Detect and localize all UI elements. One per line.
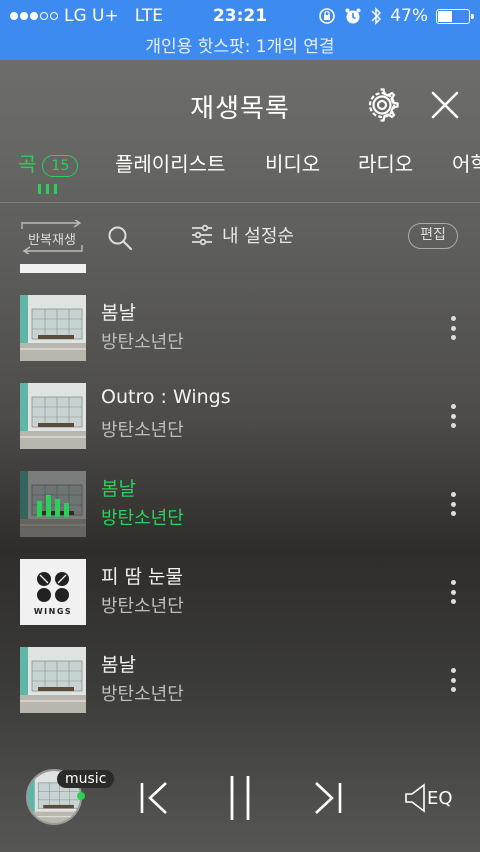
battery-icon — [436, 8, 474, 24]
tab-songs[interactable]: 곡 15 — [18, 148, 79, 177]
page-title: 재생목록 — [190, 94, 290, 124]
repeat-button[interactable]: 반복재생 — [20, 220, 84, 254]
settings-gear-icon[interactable] — [365, 88, 399, 122]
song-artist: 방탄소년단 — [101, 264, 184, 266]
song-row[interactable]: WINGS 피 땀 눈물방탄소년단 — [0, 548, 480, 636]
next-icon[interactable] — [312, 780, 344, 816]
sort-sliders-icon — [192, 224, 212, 246]
song-artist: 방탄소년단 — [101, 420, 184, 441]
bus-stop-album-art — [20, 471, 86, 537]
tab-radio[interactable]: 라디오 — [358, 148, 413, 177]
close-icon[interactable] — [428, 88, 462, 122]
song-title: 피 땀 눈물 — [101, 566, 183, 588]
song-row[interactable]: Outro : Wings 방탄소년단 — [0, 372, 480, 460]
hotspot-banner[interactable]: 개인용 핫스팟: 1개의 연결 — [0, 32, 480, 57]
album-art — [20, 295, 86, 361]
song-artist: 방탄소년단 — [101, 508, 184, 529]
rotation-lock-icon — [319, 8, 336, 24]
tab-bar: 곡 15 플레이리스트 비디오 라디오 어학 — [0, 140, 480, 202]
alarm-icon — [345, 8, 361, 24]
header: 재생목록 — [0, 60, 480, 140]
song-list[interactable]: WINGS봄날방탄소년단봄날방탄소년단Outro : Wings방탄소년단봄날방… — [0, 264, 480, 744]
song-title: 봄날 — [101, 302, 136, 324]
more-options-icon[interactable] — [448, 580, 458, 604]
tab-playlist[interactable]: 플레이리스트 — [115, 148, 225, 177]
repeat-label: 반복재생 — [28, 233, 76, 248]
song-count-badge: 15 — [42, 154, 79, 177]
song-title: 봄날 — [101, 654, 136, 676]
song-artist: 방탄소년단 — [101, 332, 184, 353]
speaker-icon — [405, 783, 425, 813]
music-badge: music — [57, 770, 115, 788]
album-art — [20, 647, 86, 713]
song-row[interactable]: 봄날방탄소년단 — [0, 636, 480, 724]
song-artist: 방탄소년단 — [101, 596, 184, 617]
more-options-icon[interactable] — [448, 316, 458, 340]
previous-icon[interactable] — [138, 780, 170, 816]
pause-icon[interactable] — [228, 774, 252, 822]
bus-stop-album-art — [20, 295, 86, 361]
tab-language[interactable]: 어학 — [452, 148, 480, 177]
sort-button[interactable]: 내 설정순 — [190, 222, 294, 248]
album-art — [20, 383, 86, 449]
battery-percent: 47% — [390, 6, 428, 26]
song-title: Outro : Wings — [101, 386, 231, 408]
more-options-icon[interactable] — [448, 404, 458, 428]
edit-button[interactable]: 편집 — [408, 223, 458, 249]
tab-video[interactable]: 비디오 — [265, 148, 320, 177]
song-title: 봄날 — [101, 478, 136, 500]
album-text: WINGS — [34, 607, 72, 616]
more-options-icon[interactable] — [448, 668, 458, 692]
album-art: WINGS — [20, 264, 86, 273]
divider — [0, 202, 480, 203]
playing-indicator-dot — [77, 792, 85, 800]
search-icon[interactable] — [106, 224, 134, 252]
active-tab-indicator — [38, 184, 57, 194]
status-bar: LG U+ LTE 23:21 47% 개인용 핫스팟: 1개의 연결 — [0, 0, 480, 60]
song-artist: 방탄소년단 — [101, 684, 184, 705]
song-row[interactable]: 봄날방탄소년단 — [0, 284, 480, 372]
bus-stop-album-art — [20, 383, 86, 449]
wings-album-art: WINGS — [20, 559, 86, 625]
bus-stop-album-art — [20, 647, 86, 713]
album-art — [20, 471, 86, 537]
eq-label: EQ — [427, 788, 453, 809]
more-options-icon[interactable] — [448, 492, 458, 516]
album-art: WINGS — [20, 559, 86, 625]
song-row[interactable]: WINGS봄날방탄소년단 — [0, 264, 480, 284]
bluetooth-icon — [371, 7, 382, 25]
eq-button[interactable]: EQ — [404, 782, 460, 814]
sort-label: 내 설정순 — [222, 226, 294, 247]
song-row[interactable]: 봄날방탄소년단 — [0, 460, 480, 548]
player-bar: music EQ — [0, 744, 480, 852]
wings-album-art: WINGS — [20, 264, 86, 273]
